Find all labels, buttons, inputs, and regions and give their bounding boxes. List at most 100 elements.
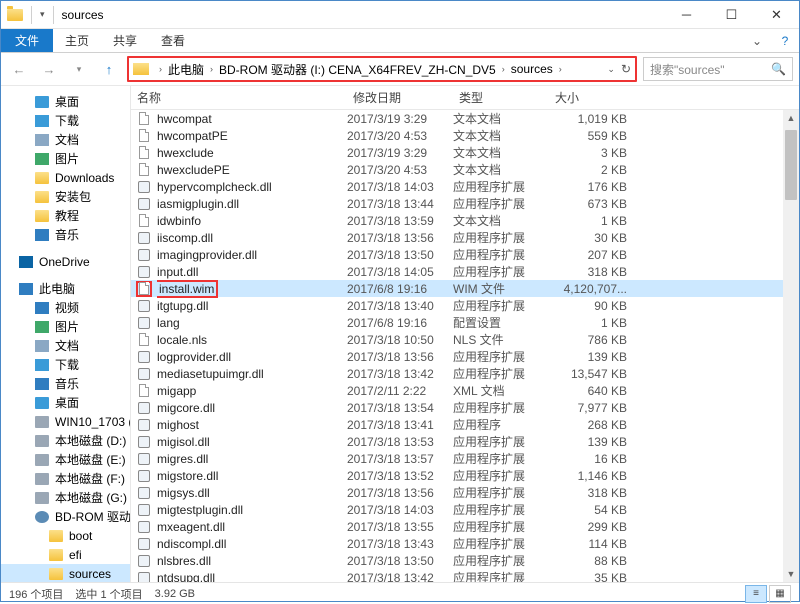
nav-item[interactable]: 音乐 — [1, 374, 130, 393]
help-icon[interactable]: ? — [771, 29, 799, 52]
nav-label: 图片 — [55, 150, 79, 167]
file-row[interactable]: iasmigplugin.dll2017/3/18 13:44应用程序扩展673… — [131, 195, 799, 212]
file-row[interactable]: hypervcomplcheck.dll2017/3/18 14:03应用程序扩… — [131, 178, 799, 195]
nav-item[interactable]: 本地磁盘 (F:) — [1, 469, 130, 488]
col-date[interactable]: 修改日期 — [347, 89, 453, 106]
file-row[interactable]: logprovider.dll2017/3/18 13:56应用程序扩展139 … — [131, 348, 799, 365]
file-row[interactable]: hwcompatPE2017/3/20 4:53文本文档559 KB — [131, 127, 799, 144]
crumb-thispc[interactable]: 此电脑 — [166, 61, 206, 78]
file-row[interactable]: migstore.dll2017/3/18 13:52应用程序扩展1,146 K… — [131, 467, 799, 484]
file-name: migres.dll — [157, 452, 347, 466]
gear-icon — [137, 452, 151, 466]
maximize-button[interactable]: ☐ — [709, 1, 754, 29]
nav-label: 视频 — [55, 299, 79, 316]
scrollbar[interactable]: ▲ ▼ — [783, 110, 799, 582]
col-size[interactable]: 大小 — [549, 89, 799, 106]
ribbon-expand-icon[interactable]: ⌄ — [743, 29, 771, 52]
nav-item[interactable]: 此电脑 — [1, 279, 130, 298]
file-row[interactable]: ndiscompl.dll2017/3/18 13:43应用程序扩展114 KB — [131, 535, 799, 552]
nav-item[interactable]: Downloads — [1, 168, 130, 187]
file-row[interactable]: itgtupg.dll2017/3/18 13:40应用程序扩展90 KB — [131, 297, 799, 314]
file-row[interactable]: idwbinfo2017/3/18 13:59文本文档1 KB — [131, 212, 799, 229]
column-headers[interactable]: 名称 修改日期 类型 大小 — [131, 86, 799, 110]
file-row[interactable]: locale.nls2017/3/18 10:50NLS 文件786 KB — [131, 331, 799, 348]
file-row[interactable]: hwexcludePE2017/3/20 4:53文本文档2 KB — [131, 161, 799, 178]
file-type: 应用程序扩展 — [453, 552, 549, 569]
crumb-drive[interactable]: BD-ROM 驱动器 (I:) CENA_X64FREV_ZH-CN_DV5 — [217, 61, 498, 78]
nav-item[interactable]: 文档 — [1, 336, 130, 355]
nav-item[interactable]: sources — [1, 564, 130, 582]
file-name: nlsbres.dll — [157, 554, 347, 568]
nav-item[interactable]: OneDrive — [1, 252, 130, 271]
search-icon[interactable]: 🔍 — [771, 62, 786, 76]
file-row[interactable]: hwexclude2017/3/19 3:29文本文档3 KB — [131, 144, 799, 161]
nav-item[interactable]: 图片 — [1, 317, 130, 336]
file-row[interactable]: lang2017/6/8 19:16配置设置1 KB — [131, 314, 799, 331]
nav-item[interactable]: 桌面 — [1, 393, 130, 412]
scroll-thumb[interactable] — [785, 130, 797, 200]
file-row[interactable]: mighost2017/3/18 13:41应用程序268 KB — [131, 416, 799, 433]
file-row[interactable]: nlsbres.dll2017/3/18 13:50应用程序扩展88 KB — [131, 552, 799, 569]
nav-item[interactable]: boot — [1, 526, 130, 545]
nav-item[interactable]: BD-ROM 驱动器 — [1, 507, 130, 526]
gear-icon — [137, 486, 151, 500]
nav-item[interactable]: 视频 — [1, 298, 130, 317]
file-row[interactable]: imagingprovider.dll2017/3/18 13:50应用程序扩展… — [131, 246, 799, 263]
forward-button[interactable]: → — [37, 57, 61, 81]
breadcrumb[interactable]: ›此电脑 ›BD-ROM 驱动器 (I:) CENA_X64FREV_ZH-CN… — [127, 56, 637, 82]
music-icon — [35, 229, 49, 241]
minimize-button[interactable]: ─ — [664, 1, 709, 29]
nav-item[interactable]: WIN10_1703 (C:) — [1, 412, 130, 431]
file-list[interactable]: hwcompat2017/3/19 3:29文本文档1,019 KBhwcomp… — [131, 110, 799, 582]
file-row[interactable]: ntdsupg.dll2017/3/18 13:42应用程序扩展35 KB — [131, 569, 799, 582]
file-row[interactable]: mxeagent.dll2017/3/18 13:55应用程序扩展299 KB — [131, 518, 799, 535]
icons-view-icon[interactable]: ▦ — [769, 585, 791, 603]
nav-item[interactable]: 桌面 — [1, 92, 130, 111]
tab-home[interactable]: 主页 — [53, 29, 101, 52]
nav-item[interactable]: 下载 — [1, 355, 130, 374]
refresh-icon[interactable]: ↻ — [621, 62, 631, 76]
nav-item[interactable]: 音乐 — [1, 225, 130, 244]
status-bar: 196 个项目 选中 1 个项目 3.92 GB ≡ ▦ — [1, 582, 799, 604]
file-tab[interactable]: 文件 — [1, 29, 53, 52]
nav-item[interactable]: 安装包 — [1, 187, 130, 206]
details-view-icon[interactable]: ≡ — [745, 585, 767, 603]
gear-icon — [137, 248, 151, 262]
search-input[interactable]: 搜索"sources" 🔍 — [643, 57, 793, 81]
file-row[interactable]: migapp2017/2/11 2:22XML 文档640 KB — [131, 382, 799, 399]
history-dropdown-icon[interactable]: ⌄ — [607, 64, 615, 75]
file-date: 2017/3/19 3:29 — [347, 112, 453, 126]
back-button[interactable]: ← — [7, 57, 31, 81]
file-row[interactable]: migisol.dll2017/3/18 13:53应用程序扩展139 KB — [131, 433, 799, 450]
col-type[interactable]: 类型 — [453, 89, 549, 106]
tab-share[interactable]: 共享 — [101, 29, 149, 52]
file-type: 配置设置 — [453, 314, 549, 331]
file-row[interactable]: migcore.dll2017/3/18 13:54应用程序扩展7,977 KB — [131, 399, 799, 416]
file-row[interactable]: migtestplugin.dll2017/3/18 14:03应用程序扩展54… — [131, 501, 799, 518]
scroll-down-icon[interactable]: ▼ — [783, 566, 799, 582]
scroll-up-icon[interactable]: ▲ — [783, 110, 799, 126]
col-name[interactable]: 名称 — [131, 89, 347, 106]
up-button[interactable]: ↑ — [97, 57, 121, 81]
file-row[interactable]: migsys.dll2017/3/18 13:56应用程序扩展318 KB — [131, 484, 799, 501]
tab-view[interactable]: 查看 — [149, 29, 197, 52]
file-row[interactable]: mediasetupuimgr.dll2017/3/18 13:42应用程序扩展… — [131, 365, 799, 382]
close-button[interactable]: ✕ — [754, 1, 799, 29]
nav-item[interactable]: 本地磁盘 (E:) — [1, 450, 130, 469]
nav-item[interactable]: 本地磁盘 (D:) — [1, 431, 130, 450]
qat-down-icon[interactable]: ▾ — [40, 9, 45, 20]
nav-item[interactable]: 文档 — [1, 130, 130, 149]
nav-item[interactable]: 图片 — [1, 149, 130, 168]
file-row[interactable]: hwcompat2017/3/19 3:29文本文档1,019 KB — [131, 110, 799, 127]
nav-item[interactable]: efi — [1, 545, 130, 564]
nav-item[interactable]: 本地磁盘 (G:) — [1, 488, 130, 507]
nav-item[interactable]: 下载 — [1, 111, 130, 130]
file-row[interactable]: iiscomp.dll2017/3/18 13:56应用程序扩展30 KB — [131, 229, 799, 246]
recent-dropdown-icon[interactable]: ▾ — [67, 57, 91, 81]
file-row[interactable]: migres.dll2017/3/18 13:57应用程序扩展16 KB — [131, 450, 799, 467]
nav-label: 下载 — [55, 356, 79, 373]
file-row[interactable]: input.dll2017/3/18 14:05应用程序扩展318 KB — [131, 263, 799, 280]
nav-item[interactable]: 教程 — [1, 206, 130, 225]
file-row[interactable]: install.wim2017/6/8 19:16WIM 文件4,120,707… — [131, 280, 799, 297]
crumb-sources[interactable]: sources — [509, 62, 555, 76]
